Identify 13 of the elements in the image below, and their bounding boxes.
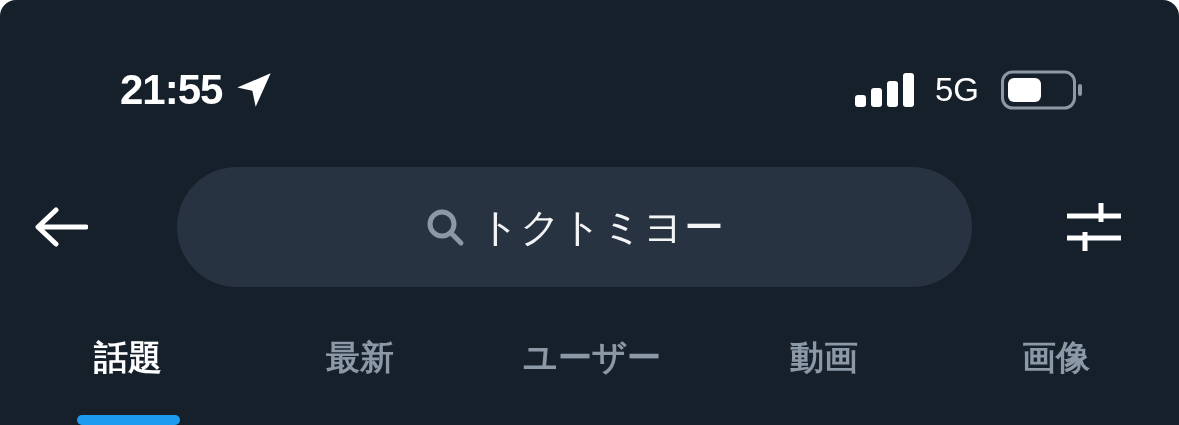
battery-icon (1001, 70, 1083, 110)
search-icon (425, 207, 465, 247)
back-arrow-icon[interactable] (34, 207, 88, 247)
settings-icon[interactable] (1065, 201, 1123, 253)
tab[interactable]: 動画 (708, 297, 940, 425)
tab[interactable]: 最新 (244, 297, 476, 425)
tab[interactable]: 画像 (940, 297, 1172, 425)
status-time: 21:55 (120, 66, 223, 114)
signal-icon (854, 73, 915, 107)
tab[interactable]: 話題 (12, 297, 244, 425)
network-type: 5G (934, 71, 979, 109)
tab[interactable]: ユーザー (476, 297, 708, 425)
search-field[interactable]: トクトミヨー (177, 167, 972, 287)
